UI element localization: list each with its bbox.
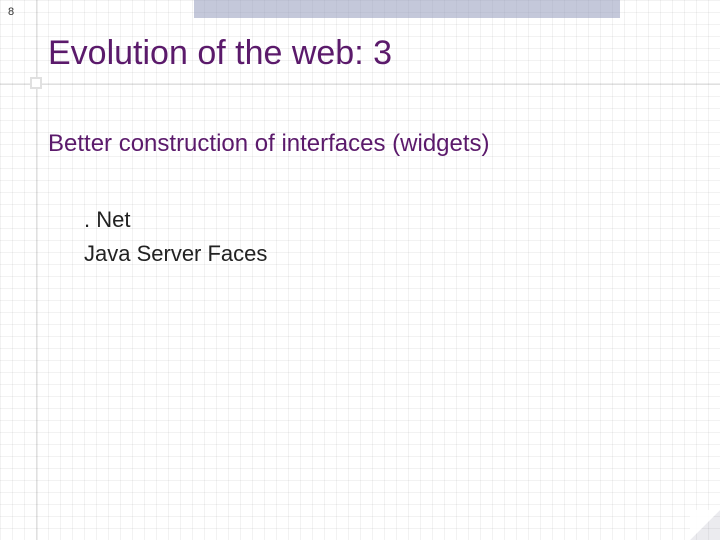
slide-title: Evolution of the web: 3 [48, 34, 392, 73]
list-item: . Net [84, 204, 267, 236]
top-color-band [194, 0, 620, 18]
slide-subtitle: Better construction of interfaces (widge… [48, 130, 490, 158]
page-number: 8 [8, 6, 14, 18]
horizontal-guideline [0, 83, 720, 85]
body-items: . Net Java Server Faces [84, 204, 267, 272]
corner-fold [690, 510, 720, 540]
list-item: Java Server Faces [84, 238, 267, 270]
guideline-node [30, 77, 42, 89]
